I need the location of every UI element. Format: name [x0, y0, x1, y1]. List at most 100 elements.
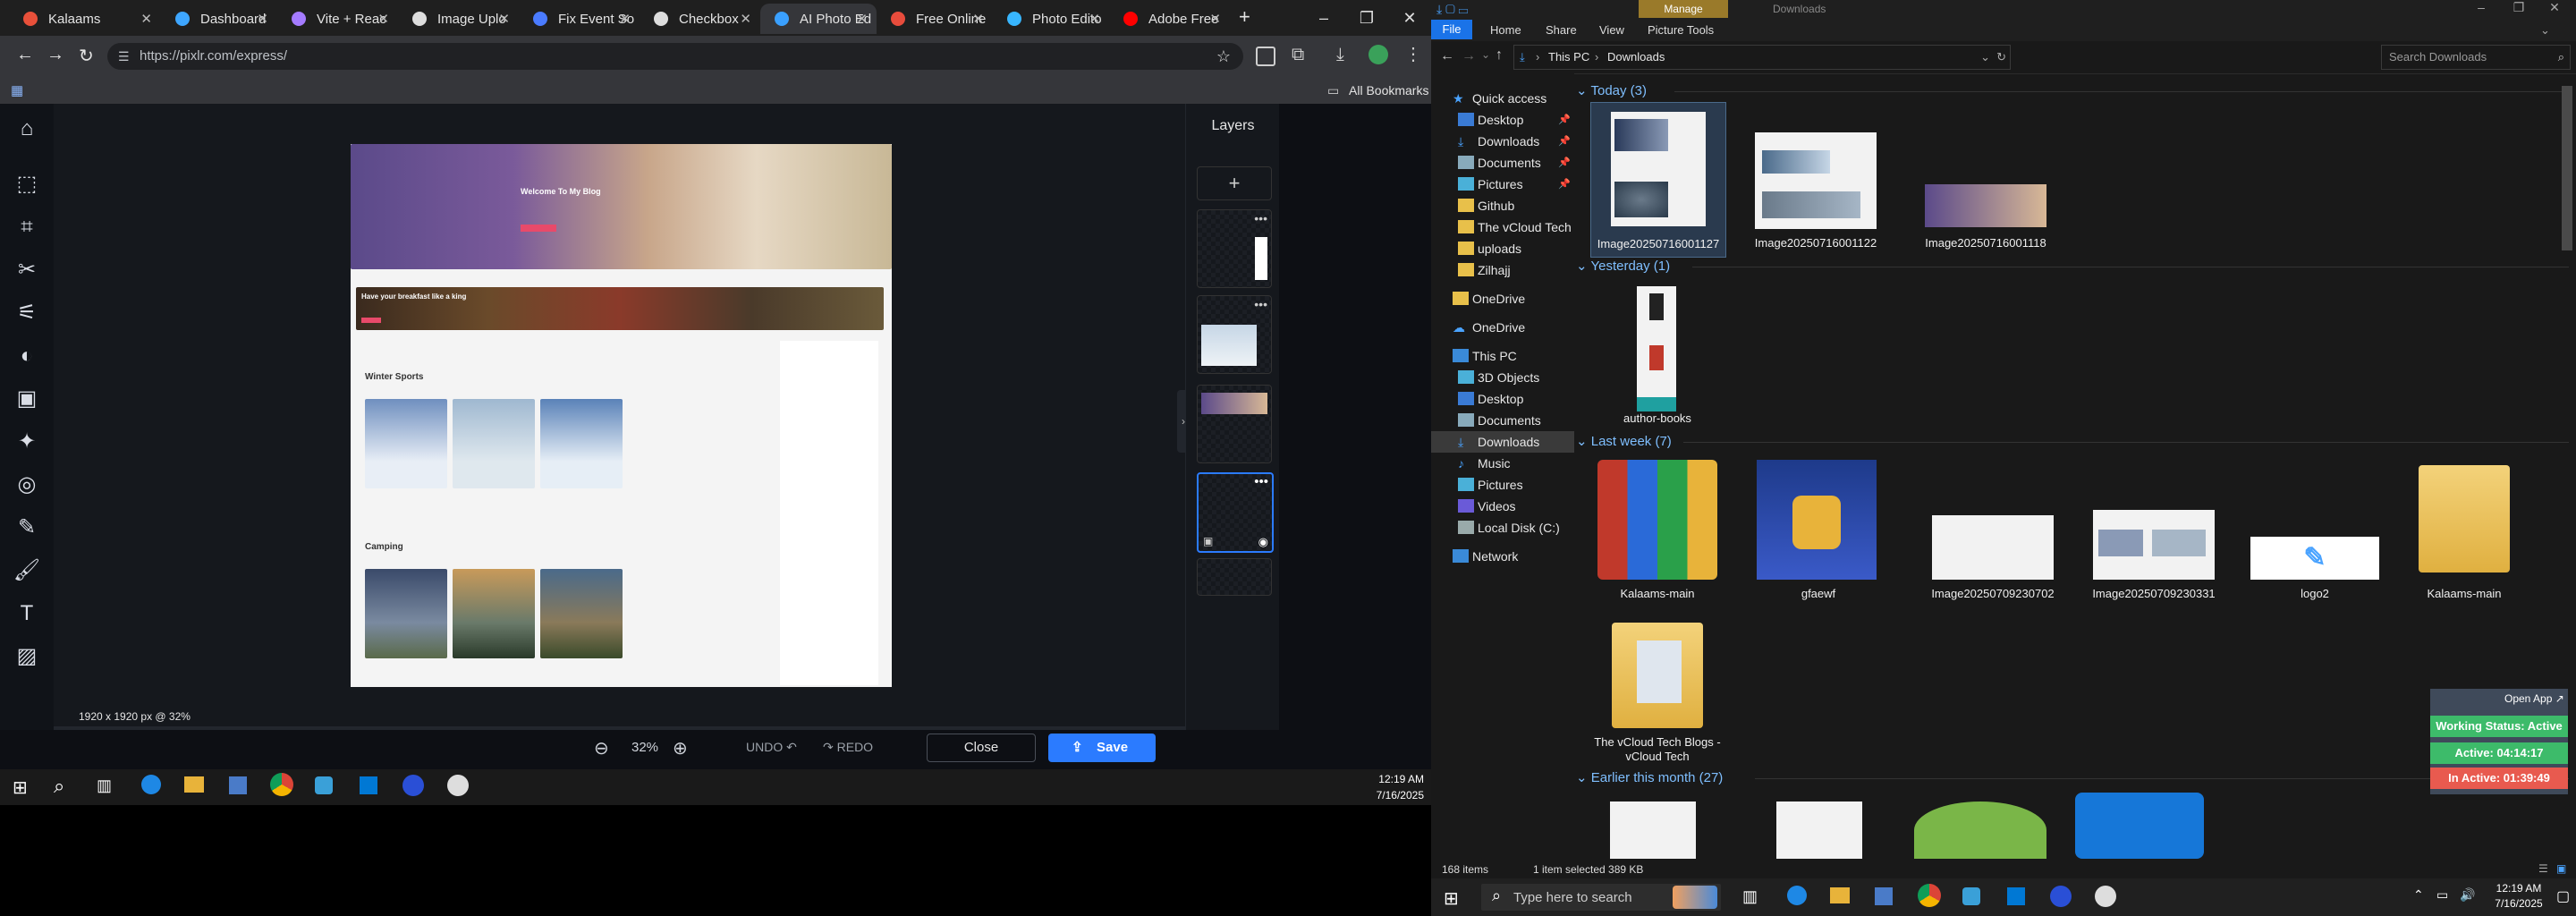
home-tab[interactable]: Home	[1490, 23, 1521, 37]
store-icon[interactable]	[229, 776, 247, 794]
nav-pc-downloads[interactable]: ⤓ Downloads	[1431, 431, 1574, 453]
zoom-level[interactable]: 32%	[631, 740, 658, 755]
close-icon[interactable]: ✕	[856, 11, 868, 27]
zoom-app-icon[interactable]	[2050, 886, 2072, 907]
close-icon[interactable]: ✕	[1209, 11, 1221, 27]
group-header-today[interactable]: ⌄ Today (3)	[1576, 82, 2569, 98]
maximize-button[interactable]: ❐	[2501, 0, 2537, 15]
file-item[interactable]: ✎ logo2	[2234, 453, 2395, 606]
nav-pc-pictures[interactable]: Pictures	[1431, 474, 1574, 496]
layer-thumb[interactable]: •••	[1197, 295, 1272, 374]
clock-date[interactable]: 7/16/2025	[1333, 789, 1424, 802]
file-item[interactable]: author-books	[1590, 277, 1724, 431]
store-icon[interactable]	[1875, 887, 1893, 905]
close-button[interactable]: Close	[927, 734, 1036, 762]
notifications-icon[interactable]: ▢	[2556, 887, 2570, 905]
nav-desktop[interactable]: Desktop 📌	[1431, 109, 1574, 131]
app-icon[interactable]	[2095, 886, 2116, 907]
undo-button[interactable]: UNDO ↶	[746, 740, 797, 755]
close-icon[interactable]: ✕	[140, 11, 152, 27]
download-icon[interactable]: ⤓	[1336, 45, 1344, 65]
close-icon[interactable]: ✕	[972, 11, 984, 27]
clock-time[interactable]: 12:19 AM	[1333, 773, 1424, 785]
chevron-down-icon[interactable]: ⌄	[1980, 46, 1990, 69]
nav-zilhajj[interactable]: Zilhajj	[1431, 259, 1574, 281]
zoom-app-icon[interactable]	[402, 775, 424, 796]
task-view-icon[interactable]: ▥	[97, 776, 112, 795]
vscode-insiders-icon[interactable]	[315, 776, 333, 794]
file-thumbnail[interactable]	[1914, 802, 2046, 859]
layer-thumb[interactable]	[1197, 558, 1272, 596]
details-view-icon[interactable]: ☰	[2538, 862, 2548, 875]
file-tab[interactable]: File	[1431, 20, 1472, 39]
cutout-icon[interactable]: ✂	[13, 256, 41, 284]
home-icon[interactable]: ⌂	[13, 114, 41, 143]
chrome-icon[interactable]	[1918, 884, 1941, 907]
profile-avatar[interactable]	[1368, 45, 1388, 64]
back-icon[interactable]: ←	[1440, 48, 1454, 64]
apps-icon[interactable]: ▦	[11, 82, 23, 98]
nav-3d-objects[interactable]: 3D Objects	[1431, 367, 1574, 388]
start-icon[interactable]: ⊞	[1444, 887, 1459, 910]
view-tab[interactable]: View	[1599, 23, 1624, 37]
file-thumbnail[interactable]	[1610, 802, 1696, 859]
layer-thumb-selected[interactable]: ••• ▣ ◉	[1197, 472, 1274, 553]
recent-locations-icon[interactable]: ⌄	[1481, 48, 1490, 61]
file-item[interactable]: Kalaams-main	[1590, 453, 1724, 606]
edge-icon[interactable]	[1787, 886, 1807, 905]
forward-icon[interactable]: →	[47, 45, 64, 65]
minimize-button[interactable]: –	[1302, 0, 1345, 36]
picture-tools-tab[interactable]: Picture Tools	[1648, 23, 1714, 37]
back-icon[interactable]: ←	[16, 45, 34, 65]
manage-tab[interactable]: Manage	[1639, 0, 1728, 18]
file-thumbnail[interactable]	[1776, 802, 1862, 859]
more-icon[interactable]: •••	[1254, 297, 1267, 311]
save-button[interactable]: ⇪ Save	[1048, 734, 1156, 762]
all-bookmarks-link[interactable]: All Bookmarks	[1349, 83, 1428, 98]
nav-documents[interactable]: Documents 📌	[1431, 152, 1574, 174]
large-icons-view-icon[interactable]: ▣	[2556, 862, 2566, 875]
extensions-icon[interactable]: ⧉	[1292, 45, 1304, 65]
tab-ai-photo-editor[interactable]: AI Photo Ed ✕	[760, 4, 877, 34]
tab-search-icon[interactable]	[1256, 47, 1275, 66]
nav-pc-desktop[interactable]: Desktop	[1431, 388, 1574, 410]
adjust-icon[interactable]: ⚟	[13, 299, 41, 327]
arrange-icon[interactable]: ⬚	[13, 170, 41, 199]
nav-quick-access[interactable]: ★ Quick access	[1431, 88, 1574, 109]
share-tab[interactable]: Share	[1546, 23, 1577, 37]
task-view-icon[interactable]: ▥	[1742, 887, 1758, 906]
minimize-button[interactable]: –	[2463, 0, 2499, 14]
breadcrumb-downloads[interactable]: Downloads	[1607, 46, 1665, 69]
canvas-image[interactable]: Welcome To My Blog Have your breakfast l…	[351, 144, 892, 687]
site-info-icon[interactable]: ☰	[118, 43, 130, 70]
nav-pictures[interactable]: Pictures 📌	[1431, 174, 1574, 195]
clock-time[interactable]: 12:19 AM	[2483, 882, 2555, 895]
nav-onedrive-1[interactable]: OneDrive	[1431, 288, 1574, 310]
tab-image-upload[interactable]: Image Uplo ✕	[398, 4, 519, 34]
nav-music[interactable]: ♪ Music	[1431, 453, 1574, 474]
liquify-icon[interactable]: ◎	[13, 471, 41, 499]
draw-icon[interactable]: ✎	[13, 513, 41, 542]
quick-access-toolbar-icon[interactable]: ⤓ ▢ ▭	[1436, 2, 1468, 17]
close-icon[interactable]: ✕	[377, 11, 389, 27]
clock-date[interactable]: 7/16/2025	[2483, 897, 2555, 910]
zoom-in-icon[interactable]: ⊕	[673, 737, 688, 759]
vscode-insiders-icon[interactable]	[1962, 887, 1980, 905]
close-icon[interactable]: ✕	[498, 11, 510, 27]
app-icon[interactable]	[447, 775, 469, 796]
nav-vcloud-blog[interactable]: The vCloud Tech Blo	[1431, 216, 1574, 238]
nav-local-disk[interactable]: Local Disk (C:)	[1431, 517, 1574, 539]
pattern-icon[interactable]: ▨	[13, 642, 41, 671]
menu-icon[interactable]: ⋮	[1404, 43, 1422, 65]
file-item[interactable]: The vCloud Tech Blogs - vCloud Tech	[1590, 614, 1724, 768]
group-header-yesterday[interactable]: ⌄ Yesterday (1)	[1576, 258, 2569, 274]
more-icon[interactable]: •••	[1254, 211, 1267, 225]
visibility-icon[interactable]: ◉	[1258, 535, 1268, 549]
effect-icon[interactable]: ▣	[13, 385, 41, 413]
add-layer-button[interactable]: +	[1197, 166, 1272, 200]
bookmark-star-icon[interactable]: ☆	[1216, 43, 1231, 70]
up-icon[interactable]: ↑	[1496, 47, 1503, 64]
tab-kalaams[interactable]: Kalaams ✕	[9, 4, 161, 34]
tab-checkbox[interactable]: Checkbox ✕	[640, 4, 760, 34]
vscode-icon[interactable]	[2007, 887, 2025, 905]
